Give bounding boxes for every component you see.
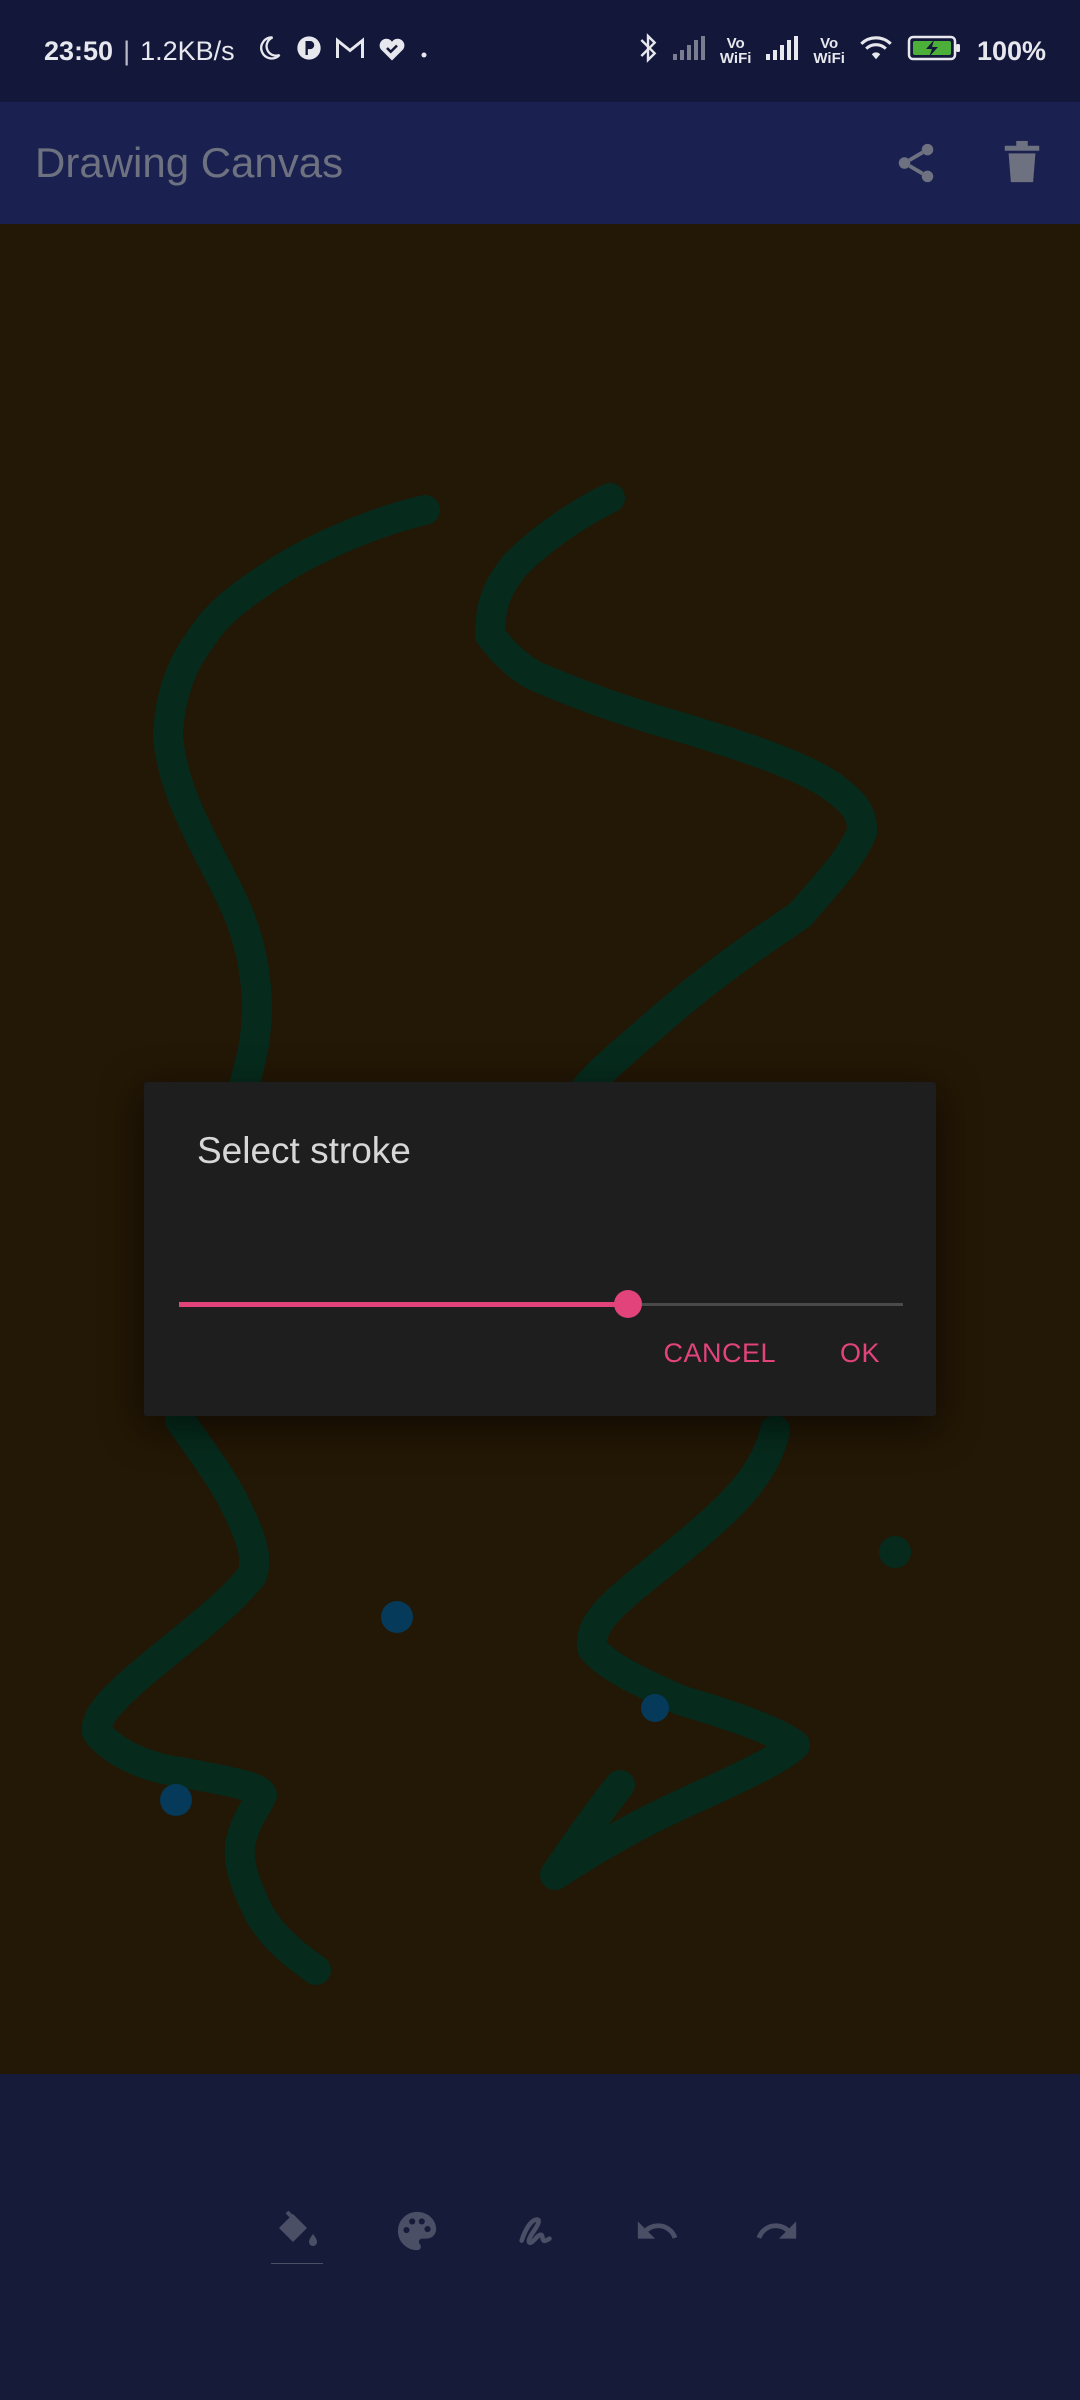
- drawn-dot: [381, 1601, 413, 1633]
- undo-icon: [634, 2208, 680, 2259]
- bottom-toolbar: [0, 2074, 1080, 2400]
- status-time: 23:50: [44, 35, 114, 66]
- wifi-icon: [859, 34, 893, 69]
- undo-button[interactable]: [633, 2208, 681, 2264]
- stroke-dialog: Select stroke CANCEL OK: [144, 1082, 936, 1416]
- dot-icon: [419, 36, 429, 67]
- drawn-stroke: [81, 1405, 331, 1985]
- stroke-icon: [514, 2208, 560, 2259]
- status-separator: |: [123, 35, 131, 66]
- battery-charging-icon: [907, 34, 963, 69]
- stroke-button[interactable]: [513, 2208, 561, 2264]
- app-title: Drawing Canvas: [35, 139, 344, 186]
- ok-button[interactable]: OK: [834, 1334, 886, 1373]
- signal-icon: [672, 35, 706, 68]
- fill-bucket-button[interactable]: [271, 2208, 323, 2264]
- status-net-speed: 1.2KB/s: [140, 35, 235, 66]
- delete-icon[interactable]: [998, 139, 1046, 187]
- redo-icon: [754, 2208, 800, 2259]
- dialog-title: Select stroke: [197, 1130, 411, 1171]
- bluetooth-icon: [638, 32, 658, 71]
- gmail-icon: [335, 35, 365, 68]
- drawn-stroke: [475, 483, 877, 1105]
- palette-button[interactable]: [393, 2208, 441, 2264]
- vowifi-label-2: Vo WiFi: [813, 35, 845, 67]
- slider-thumb[interactable]: [613, 1290, 642, 1318]
- moon-icon: [255, 34, 283, 69]
- share-icon[interactable]: [892, 139, 940, 187]
- heart-check-icon: [377, 34, 407, 69]
- drawn-dot: [641, 1694, 669, 1722]
- vowifi-label-1: Vo WiFi: [719, 35, 752, 67]
- app-bar: Drawing Canvas: [0, 102, 1080, 224]
- battery-percentage: 100%: [976, 35, 1046, 66]
- redo-button[interactable]: [753, 2208, 801, 2264]
- stroke-slider[interactable]: [179, 1284, 903, 1324]
- drawn-stroke: [540, 1415, 810, 1890]
- drawn-dot: [160, 1784, 192, 1816]
- cancel-button[interactable]: CANCEL: [657, 1334, 782, 1373]
- selected-tool-indicator: [271, 2263, 323, 2264]
- drawn-stroke: [153, 495, 440, 1125]
- drawn-dot: [879, 1536, 911, 1568]
- fill-bucket-icon: [273, 2208, 321, 2257]
- slider-fill: [179, 1302, 628, 1307]
- signal-icon: [765, 35, 799, 68]
- p-app-icon: [295, 34, 323, 69]
- palette-icon: [394, 2208, 440, 2259]
- status-bar: 23:50 | 1.2KB/s Vo WiFi Vo WiFi 100%: [0, 0, 1080, 102]
